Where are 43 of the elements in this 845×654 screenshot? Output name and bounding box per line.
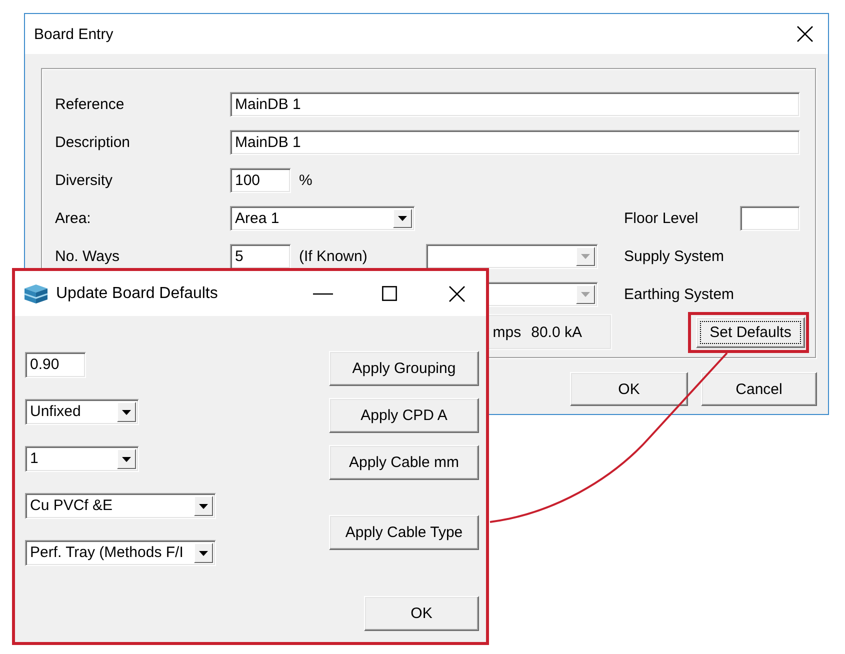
suffix-label: (If Known) [299, 248, 368, 264]
dropdown-field[interactable]: Area 1 [230, 206, 415, 230]
text-field[interactable]: MainDB 1 [230, 92, 800, 116]
apply-button[interactable]: Apply Cable Type [329, 515, 479, 550]
caret-down-icon[interactable] [117, 449, 136, 469]
field-label: Diversity [55, 172, 114, 188]
apply-button[interactable]: Apply Cable mm [329, 445, 479, 480]
text-field[interactable] [740, 206, 800, 230]
window-title: Update Board Defaults [56, 284, 219, 302]
close-icon[interactable] [449, 286, 465, 302]
field-label: Floor Level [624, 210, 698, 226]
minimize-icon[interactable] [313, 292, 333, 294]
apply-button[interactable]: Apply CPD A [329, 398, 479, 433]
text-field[interactable]: 0.90 [25, 352, 86, 378]
apply-button[interactable]: Apply Grouping [329, 351, 479, 386]
value-text: 80.0 kA [531, 324, 582, 340]
dropdown-field[interactable]: Unfixed [25, 399, 139, 425]
text-field[interactable]: 100 [230, 168, 291, 192]
caret-down-icon[interactable] [117, 402, 136, 422]
caret-down-icon[interactable] [393, 208, 412, 228]
field-label: No. Ways [55, 248, 120, 264]
suffix-label: % [299, 172, 312, 188]
maximize-icon[interactable] [382, 286, 397, 301]
dropdown-field[interactable]: Cu PVCf &E [25, 493, 216, 519]
close-icon[interactable] [797, 26, 813, 42]
field-label: Area: [55, 210, 92, 226]
caret-down-icon[interactable] [194, 496, 213, 516]
cube-icon [24, 284, 48, 304]
dropdown-field[interactable]: 1 [25, 446, 139, 472]
caret-down-icon[interactable] [194, 543, 213, 563]
field-label: Supply System [624, 248, 726, 264]
text-field[interactable]: MainDB 1 [230, 130, 800, 154]
field-label: Reference [55, 96, 126, 112]
field-label: Earthing System [624, 286, 736, 302]
window-title: Board Entry [34, 26, 114, 42]
cancel-button[interactable]: Cancel [701, 372, 817, 406]
value-text: mps [492, 324, 522, 340]
field-label: Description [55, 134, 132, 150]
dropdown-field[interactable]: Perf. Tray (Methods F/I [25, 540, 216, 566]
text-field[interactable]: 5 [230, 244, 291, 268]
ok-button[interactable]: OK [364, 596, 479, 631]
set-defaults-button[interactable]: Set Defaults [696, 316, 805, 348]
ok-button[interactable]: OK [570, 372, 688, 406]
